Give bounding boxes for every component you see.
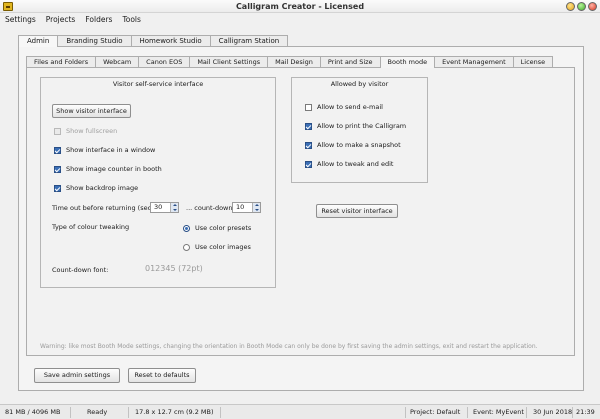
timeout-spinbox[interactable]: 30 <box>150 202 179 213</box>
allow-tweak-option[interactable]: Allow to tweak and edit <box>305 160 393 168</box>
title-bar: Calligram Creator - Licensed <box>0 0 600 13</box>
checkbox[interactable] <box>305 122 312 130</box>
warning-text: Warning: like most Booth Mode settings, … <box>40 343 538 350</box>
tab-event-management[interactable]: Event Management <box>434 56 514 67</box>
reset-visitor-interface-button[interactable]: Reset visitor interface <box>316 204 398 218</box>
reset-to-defaults-button[interactable]: Reset to defaults <box>128 368 196 383</box>
option-label: Show interface in a window <box>66 146 156 154</box>
show-fullscreen-option[interactable]: Show fullscreen <box>54 127 117 135</box>
status-divider <box>572 407 573 418</box>
timeout-value[interactable]: 30 <box>151 203 170 212</box>
menu-tools[interactable]: Tools <box>117 13 145 26</box>
tab-calligram-station[interactable]: Calligram Station <box>209 35 289 46</box>
tab-canon-eos[interactable]: Canon EOS <box>138 56 191 67</box>
save-admin-settings-button[interactable]: Save admin settings <box>34 368 120 383</box>
group-title: Allowed by visitor <box>330 80 389 88</box>
option-label: Use color presets <box>195 224 252 232</box>
show-visitor-interface-button[interactable]: Show visitor interface <box>52 104 131 118</box>
current-project: Project: Default <box>410 408 461 416</box>
checkbox[interactable] <box>305 160 312 168</box>
show-in-window-option[interactable]: Show interface in a window <box>54 146 155 154</box>
allow-print-option[interactable]: Allow to print the Calligram <box>305 122 406 130</box>
menu-projects[interactable]: Projects <box>41 13 81 26</box>
checkbox[interactable] <box>54 146 61 154</box>
checkbox[interactable] <box>305 103 312 111</box>
tab-print-and-size[interactable]: Print and Size <box>319 56 381 67</box>
image-size: 17.8 x 12.7 cm (9.2 MB) <box>135 408 214 416</box>
group-title: Visitor self-service interface <box>112 80 204 88</box>
radio-button[interactable] <box>183 243 190 251</box>
status-divider <box>467 407 468 418</box>
current-event: Event: MyEvent <box>473 408 524 416</box>
radio-button[interactable] <box>183 224 190 232</box>
settings-tab-bar: Files and Folders Webcam Canon EOS Mail … <box>26 56 554 68</box>
window-title: Calligram Creator - Licensed <box>235 2 365 11</box>
timeout-label: Time out before returning (sec) <box>52 204 154 212</box>
menu-settings[interactable]: Settings <box>0 13 41 26</box>
countdown-label: ... count-down <box>186 204 233 212</box>
tab-files-and-folders[interactable]: Files and Folders <box>26 56 97 67</box>
allow-send-email-option[interactable]: Allow to send e-mail <box>305 103 383 111</box>
option-label: Show fullscreen <box>66 127 118 135</box>
countdown-font-sample[interactable]: 012345 (72pt) <box>145 264 203 273</box>
memory-usage: 81 MB / 4096 MB <box>5 408 61 416</box>
checkbox[interactable] <box>54 127 61 135</box>
spin-down-icon[interactable] <box>253 208 260 213</box>
minimize-button[interactable] <box>566 2 575 11</box>
status-divider <box>128 407 129 418</box>
tab-mail-design[interactable]: Mail Design <box>267 56 321 67</box>
status-date: 30 Jun 2018 <box>533 408 573 416</box>
option-label: Allow to make a snapshot <box>317 141 401 149</box>
option-label: Allow to print the Calligram <box>317 122 407 130</box>
show-backdrop-option[interactable]: Show backdrop image <box>54 184 138 192</box>
tab-homework-studio[interactable]: Homework Studio <box>130 35 211 46</box>
tab-mail-client-settings[interactable]: Mail Client Settings <box>189 56 269 67</box>
tab-branding-studio[interactable]: Branding Studio <box>57 35 132 46</box>
show-image-counter-option[interactable]: Show image counter in booth <box>54 165 162 173</box>
status-divider <box>526 407 527 418</box>
status-divider <box>70 407 71 418</box>
option-label: Use color images <box>195 243 251 251</box>
checkbox[interactable] <box>54 184 61 192</box>
allow-snapshot-option[interactable]: Allow to make a snapshot <box>305 141 401 149</box>
menu-bar: Settings Projects Folders Tools <box>0 13 600 26</box>
option-label: Allow to tweak and edit <box>317 160 394 168</box>
status-divider <box>220 407 221 418</box>
colour-tweaking-label: Type of colour tweaking <box>52 223 130 231</box>
use-color-images-option[interactable]: Use color images <box>183 243 251 251</box>
status-bar: 81 MB / 4096 MB Ready 17.8 x 12.7 cm (9.… <box>0 404 600 419</box>
status-state: Ready <box>87 408 108 416</box>
status-time: 21:39 <box>576 408 595 416</box>
menu-folders[interactable]: Folders <box>80 13 117 26</box>
tab-admin[interactable]: Admin <box>18 35 59 47</box>
tab-webcam[interactable]: Webcam <box>95 56 140 67</box>
countdown-spinbox[interactable]: 10 <box>232 202 261 213</box>
checkbox[interactable] <box>54 165 61 173</box>
status-divider <box>405 407 406 418</box>
checkbox[interactable] <box>305 141 312 149</box>
countdown-font-label: Count-down font: <box>52 266 109 274</box>
maximize-button[interactable] <box>577 2 586 11</box>
spin-down-icon[interactable] <box>171 208 178 213</box>
tab-booth-mode[interactable]: Booth mode <box>379 56 436 68</box>
option-label: Allow to send e-mail <box>317 103 383 111</box>
option-label: Show image counter in booth <box>66 165 162 173</box>
option-label: Show backdrop image <box>66 184 139 192</box>
use-color-presets-option[interactable]: Use color presets <box>183 224 251 232</box>
tab-license[interactable]: License <box>512 56 554 67</box>
countdown-value[interactable]: 10 <box>233 203 252 212</box>
close-button[interactable] <box>588 2 597 11</box>
top-tab-bar: Admin Branding Studio Homework Studio Ca… <box>18 35 289 47</box>
